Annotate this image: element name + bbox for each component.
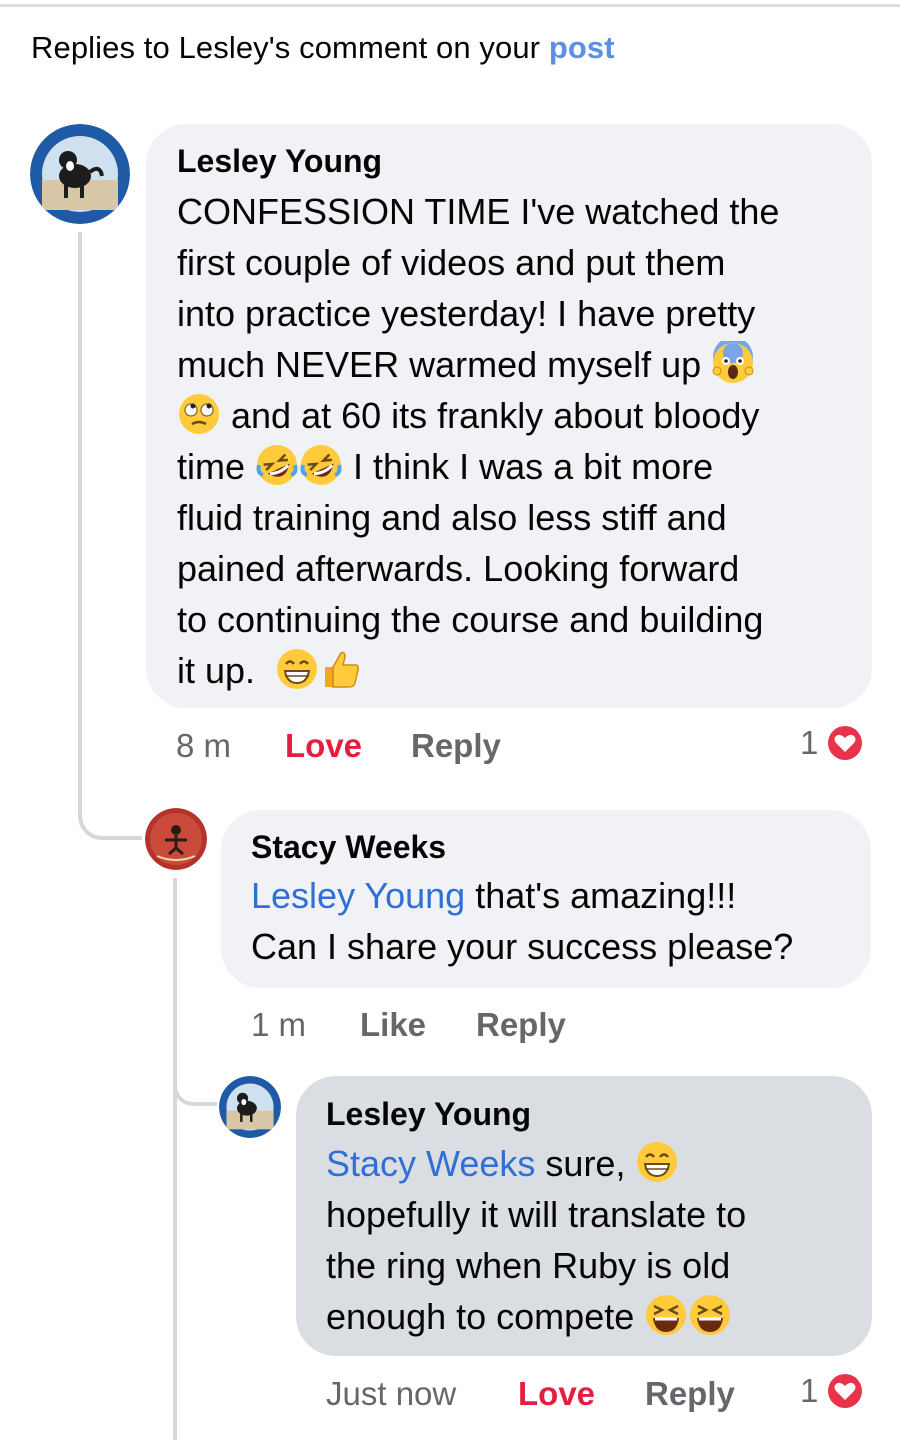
comment-line: hopefully it will translate to [326,1194,747,1235]
comment-line: Lesley Young that's amazing!!! [251,875,737,916]
comment-line: and at 60 its frankly about bloody [177,390,857,441]
comment-line: Can I share your success please? [251,926,794,967]
avatar[interactable] [145,808,207,870]
comment-text: Lesley Young that's amazing!!! Can I sha… [251,870,861,972]
reaction-count: 1 [800,1372,819,1409]
reaction-summary[interactable]: 1 [800,722,866,764]
mention-link[interactable]: Lesley Young [251,875,465,916]
heart-icon [825,1371,866,1411]
comment-author[interactable]: Stacy Weeks [251,829,446,866]
reply-button[interactable]: Reply [411,727,501,765]
scream-emoji [711,341,755,385]
reply-button[interactable]: Reply [476,1006,566,1044]
comment-timestamp: 8 m [176,727,232,764]
post-link[interactable]: post [549,30,615,65]
comment-line: to continuing the course and building [177,599,764,640]
dog-profile-icon [30,124,130,224]
love-button[interactable]: Love [285,727,362,765]
like-button[interactable]: Like [360,1006,426,1044]
thumbs-up-emoji [319,647,363,691]
avatar[interactable] [30,124,130,224]
yoga-profile-icon [145,808,207,870]
rolling-eyes-emoji [177,392,221,436]
comment-line: enough to compete [326,1291,866,1342]
dog-profile-icon [219,1076,281,1138]
comment-line: first couple of videos and put them [177,242,726,283]
grin-emoji [275,647,319,691]
comment-line: time I think I was a bit more [177,441,857,492]
comment-author[interactable]: Lesley Young [326,1096,531,1133]
reaction-count: 1 [800,724,819,761]
comment-timestamp: Just now [326,1375,457,1412]
thread-branch [173,1070,217,1106]
rofl-emoji [299,443,343,487]
top-divider [0,4,900,7]
laughing-emoji [644,1293,688,1337]
laughing-emoji [688,1293,732,1337]
comment-line: it up. [177,645,857,696]
comment-author[interactable]: Lesley Young [177,143,382,180]
avatar[interactable] [219,1076,281,1138]
comment-line: into practice yesterday! I have pretty [177,293,756,334]
page-title-text: Replies to Lesley's comment on your [31,30,549,65]
comment-text: CONFESSION TIME I've watched the first c… [177,186,857,696]
grin-emoji [635,1140,679,1184]
comment-text: Stacy Weeks sure, hopefully it will tran… [326,1138,866,1342]
love-button[interactable]: Love [518,1375,595,1413]
thread-line [173,878,177,1440]
comment-line: pained afterwards. Looking forward [177,548,740,589]
comment-line: Stacy Weeks sure, [326,1138,866,1189]
mention-link[interactable]: Stacy Weeks [326,1143,535,1184]
reaction-summary[interactable]: 1 [800,1370,866,1412]
comment-line: the ring when Ruby is old [326,1245,731,1286]
reply-button[interactable]: Reply [645,1375,735,1413]
comment-line: much NEVER warmed myself up [177,339,857,390]
comment-timestamp: 1 m [251,1006,307,1043]
heart-icon [825,723,866,763]
page-title: Replies to Lesley's comment on your post [31,30,615,66]
comment-line: CONFESSION TIME I've watched the [177,191,780,232]
comment-line: fluid training and also less stiff and [177,497,727,538]
thread-line [78,232,82,812]
rofl-emoji [255,443,299,487]
thread-branch [78,790,142,840]
